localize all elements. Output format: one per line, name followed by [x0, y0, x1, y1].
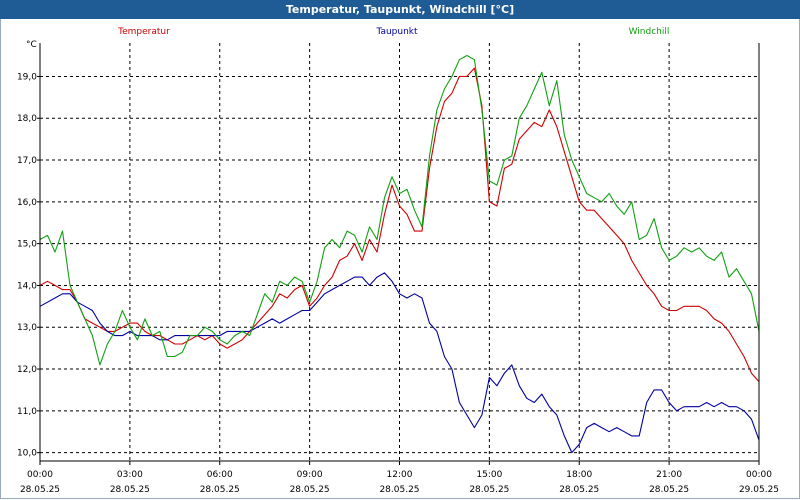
legend-item-taupunkt: Taupunkt: [375, 27, 418, 37]
y-tick-label: 17,0: [17, 156, 37, 166]
legend-item-temperatur: Temperatur: [117, 27, 170, 37]
x-tick-date: 28.05.25: [559, 485, 599, 495]
y-tick-label: 15,0: [17, 240, 37, 250]
x-tick-time: 06:00: [207, 470, 233, 480]
x-tick-time: 00:00: [27, 470, 53, 480]
x-tick-time: 09:00: [297, 470, 323, 480]
y-axis-unit: °C: [26, 40, 37, 50]
chart-plot: 10,0 11,0 12,0 13,0 14,0 15,0 16,0 17,0 18,0 19,0…: [17, 27, 779, 495]
legend-item-windchill: Windchill: [629, 27, 670, 37]
x-tick-time: 21:00: [656, 470, 682, 480]
x-tick-time: 18:00: [566, 470, 592, 480]
y-tick-label: 19,0: [17, 72, 37, 82]
y-tick-label: 13,0: [17, 323, 37, 333]
y-tick-label: 12,0: [17, 365, 37, 375]
x-tick-date: 29.05.25: [739, 485, 779, 495]
x-tick-date: 28.05.25: [379, 485, 419, 495]
y-tick-label: 16,0: [17, 198, 37, 208]
x-tick-date: 28.05.25: [469, 485, 509, 495]
y-tick-label: 18,0: [17, 114, 37, 124]
x-tick-date: 28.05.25: [290, 485, 330, 495]
x-tick-date: 28.05.25: [110, 485, 150, 495]
axes: [37, 43, 760, 465]
x-tick-time: 00:00: [746, 470, 772, 480]
legend: Temperatur Taupunkt Windchill: [117, 27, 669, 37]
x-tick-time: 03:00: [117, 470, 143, 480]
tick-labels: 10,0 11,0 12,0 13,0 14,0 15,0 16,0 17,0 18,0 19,0…: [17, 40, 779, 495]
y-tick-label: 10,0: [17, 449, 37, 459]
series-line-windchill: [39, 54, 760, 366]
x-tick-date: 28.05.25: [20, 485, 60, 495]
x-tick-time: 15:00: [476, 470, 502, 480]
x-tick-date: 28.05.25: [649, 485, 689, 495]
y-tick-label: 14,0: [17, 281, 37, 291]
grid: [40, 43, 759, 461]
y-tick-label: 11,0: [17, 407, 37, 417]
x-tick-time: 12:00: [387, 470, 413, 480]
x-tick-date: 28.05.25: [200, 485, 240, 495]
